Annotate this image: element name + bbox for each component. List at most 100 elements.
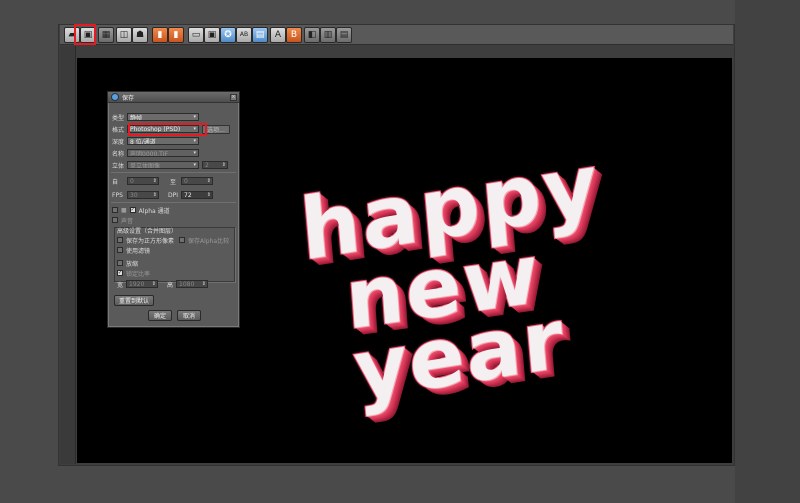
name-select[interactable]: 声明0000.TIF ▾ <box>127 149 199 157</box>
stereo-label: 立体 <box>112 162 125 170</box>
alpha-checkbox[interactable]: ✓ <box>129 207 136 213</box>
from-input[interactable]: 0 ⇕ <box>127 177 159 185</box>
chevron-down-icon: ▾ <box>193 162 196 168</box>
channel-a-icon[interactable]: A <box>270 27 286 43</box>
width-label: 宽 <box>117 281 124 289</box>
from-label: 自 <box>112 178 119 186</box>
use-filter-label: 使用滤镜 <box>126 247 151 255</box>
fps-input[interactable]: 30 ⇕ <box>127 191 159 199</box>
divider <box>111 202 236 203</box>
chevron-down-icon: ▾ <box>193 114 196 120</box>
format-label: 格式 <box>112 126 125 134</box>
viewport-render-icon[interactable]: ▣ <box>204 27 220 43</box>
stepper-icon: ⇕ <box>206 192 211 198</box>
save-icon-highlight <box>74 24 96 45</box>
width-input[interactable]: 1920 ⇕ <box>126 280 158 288</box>
type-label: 类型 <box>112 114 125 122</box>
name-row: 名称 声明0000.TIF ▾ <box>112 149 199 158</box>
toolbar: ▰ ▣ ▦ ◫ ☗ ▮ ▮ ▭ ▣ ✪ AB ▤ A B ◧ ▥ ▤ <box>60 25 733 45</box>
lock-ratio-label: 锁定比率 <box>126 270 151 278</box>
fps-row: FPS 30 ⇕ DPI 72 ⇕ <box>112 191 213 199</box>
to-label: 至 <box>170 178 177 186</box>
format-highlight <box>128 123 207 136</box>
stereo-value: 单立体图像 <box>130 162 161 169</box>
channel-checkbox[interactable] <box>112 207 118 213</box>
advanced-label: 高级设置（合并图层） <box>117 227 178 235</box>
dpi-label: DPI <box>168 191 179 199</box>
save-dialog: 保存 × 类型 静帧 ▾ 格式 Photoshop (PSD) ▾ 选项... 深度… <box>107 91 240 328</box>
filter-row: 使用滤镜 <box>117 246 151 255</box>
depth-select[interactable]: 8 位/通道 ▾ <box>127 137 199 145</box>
dpi-input[interactable]: 72 ⇕ <box>181 191 213 199</box>
zoom-checkbox[interactable] <box>117 260 123 266</box>
channel-label: ■ <box>121 206 127 214</box>
depth-label: 深度 <box>112 138 125 146</box>
settings-icon[interactable]: ✪ <box>220 27 236 43</box>
save-alpha-checkbox[interactable] <box>179 237 186 243</box>
zoom-label: 放缩 <box>126 260 139 268</box>
ab-compare-icon[interactable]: AB <box>236 27 252 43</box>
stepper-icon: ⇕ <box>206 178 211 184</box>
dpi-value: 72 <box>184 191 192 199</box>
chevron-down-icon: ▾ <box>193 138 196 144</box>
stepper-icon: ⇕ <box>221 162 226 168</box>
stepper-icon: ⇕ <box>201 281 206 287</box>
range-row: 自 0 ⇕ 至 0 ⇕ <box>112 177 213 186</box>
depth-row: 深度 8 位/通道 ▾ <box>112 137 199 146</box>
render-region-icon[interactable]: ◫ <box>116 27 132 43</box>
teapot-icon[interactable]: ☗ <box>132 27 148 43</box>
left-strip <box>60 46 76 464</box>
right-panel <box>735 0 800 503</box>
sound-checkbox[interactable] <box>112 217 118 223</box>
height-label: 高 <box>167 281 174 289</box>
stereo-select[interactable]: 单立体图像 ▾ <box>127 161 199 169</box>
clone-icon[interactable]: ▭ <box>188 27 204 43</box>
type-select[interactable]: 静帧 ▾ <box>127 113 199 121</box>
alpha-label: Alpha 通道 <box>138 207 170 215</box>
advanced-row: 高级设置（合并图层） <box>117 226 178 235</box>
ok-button[interactable]: 确定 <box>148 310 172 321</box>
save-square-label: 保存为正方形像素 <box>126 237 175 245</box>
dialog-titlebar[interactable]: 保存 × <box>108 92 239 103</box>
stereo-row: 立体 单立体图像 ▾ 2 ⇕ <box>112 161 228 170</box>
render-active-icon[interactable]: ▮ <box>168 27 184 43</box>
app-window: ▰ ▣ ▦ ◫ ☗ ▮ ▮ ▭ ▣ ✪ AB ▤ A B ◧ ▥ ▤ happy… <box>0 0 800 503</box>
lock-ratio-checkbox[interactable]: ✓ <box>117 270 123 276</box>
app-logo-icon <box>111 93 119 101</box>
render-icon[interactable]: ▮ <box>152 27 168 43</box>
depth-value: 8 位/通道 <box>130 138 156 145</box>
layers-icon[interactable]: ▤ <box>336 27 352 43</box>
chevron-down-icon: ▾ <box>193 150 196 156</box>
split-icon[interactable]: ◧ <box>304 27 320 43</box>
use-filter-checkbox[interactable] <box>117 247 123 253</box>
sound-label: 声音 <box>121 217 134 225</box>
zoom-row: 放缩 <box>117 259 139 268</box>
histogram-icon[interactable]: ▤ <box>252 27 268 43</box>
from-value: 0 <box>130 177 134 185</box>
stereo-number-value: 2 <box>205 161 209 169</box>
save-square-checkbox[interactable] <box>117 237 123 243</box>
name-value: 声明0000.TIF <box>130 150 169 157</box>
reset-default-button[interactable]: 重置到默认 <box>114 295 154 306</box>
channel-b-icon[interactable]: B <box>286 27 302 43</box>
stepper-icon: ⇕ <box>152 178 157 184</box>
height-input[interactable]: 1080 ⇕ <box>176 280 208 288</box>
name-label: 名称 <box>112 150 125 158</box>
stereo-number[interactable]: 2 ⇕ <box>202 161 228 169</box>
close-icon[interactable]: × <box>230 93 237 101</box>
size-row: 宽 1920 ⇕ 高 1080 ⇕ <box>117 280 208 289</box>
type-value: 静帧 <box>130 114 143 121</box>
save-alpha-label: 保存Alpha比较 <box>188 237 230 245</box>
lock-ratio-row: ✓ 锁定比率 <box>117 269 151 278</box>
film-icon[interactable]: ▥ <box>320 27 336 43</box>
to-input[interactable]: 0 ⇕ <box>181 177 213 185</box>
grid-icon[interactable]: ▦ <box>98 27 114 43</box>
type-row: 类型 静帧 ▾ <box>112 113 199 122</box>
stepper-icon: ⇕ <box>152 192 157 198</box>
divider <box>111 172 236 173</box>
dialog-title: 保存 <box>122 94 135 102</box>
fps-value: 30 <box>130 191 138 199</box>
alpha-row: ■ ✓ Alpha 通道 <box>112 206 170 215</box>
save-square-row: 保存为正方形像素 保存Alpha比较 <box>117 236 230 245</box>
cancel-button[interactable]: 取消 <box>177 310 201 321</box>
